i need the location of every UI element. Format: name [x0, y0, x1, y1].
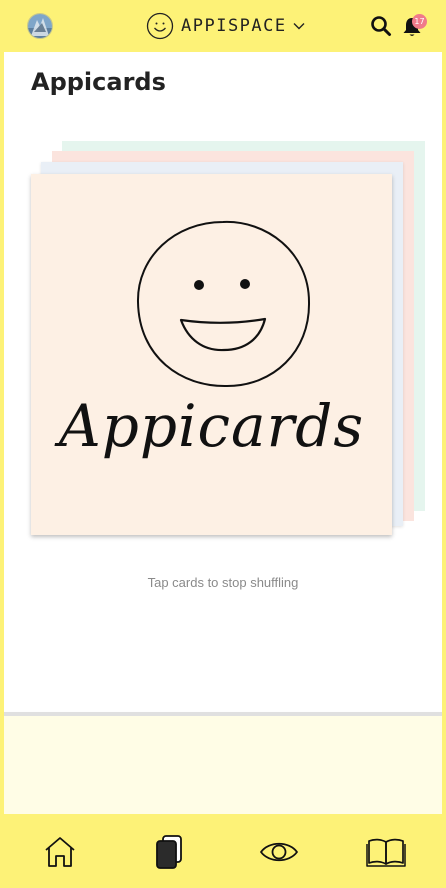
card-title: Appicards	[58, 392, 365, 460]
frame-left	[0, 0, 4, 888]
card-front[interactable]: Appicards	[31, 174, 392, 535]
bottom-nav	[0, 814, 446, 888]
top-bar: APPISPACE 17	[0, 0, 446, 52]
avatar-image	[28, 14, 52, 38]
card-stack[interactable]: Appicards	[0, 0, 446, 560]
nav-home[interactable]	[40, 832, 80, 872]
home-icon	[45, 837, 75, 867]
lower-panel	[4, 716, 442, 814]
search-icon[interactable]	[370, 15, 392, 37]
workspace-switcher[interactable]: APPISPACE	[146, 12, 305, 40]
user-avatar[interactable]	[27, 13, 53, 39]
frame-right	[442, 0, 446, 888]
smiley-face-icon	[136, 220, 311, 388]
notification-badge: 17	[412, 14, 427, 29]
cards-icon	[156, 835, 182, 869]
eye-icon	[260, 842, 298, 862]
shuffle-hint: Tap cards to stop shuffling	[147, 575, 299, 590]
app-name: APPISPACE	[181, 16, 287, 36]
nav-eye[interactable]	[259, 832, 299, 872]
nav-book[interactable]	[366, 832, 406, 872]
nav-cards[interactable]	[149, 832, 189, 872]
book-icon	[366, 838, 406, 867]
chevron-down-icon	[293, 23, 305, 30]
smiley-logo	[146, 12, 174, 40]
